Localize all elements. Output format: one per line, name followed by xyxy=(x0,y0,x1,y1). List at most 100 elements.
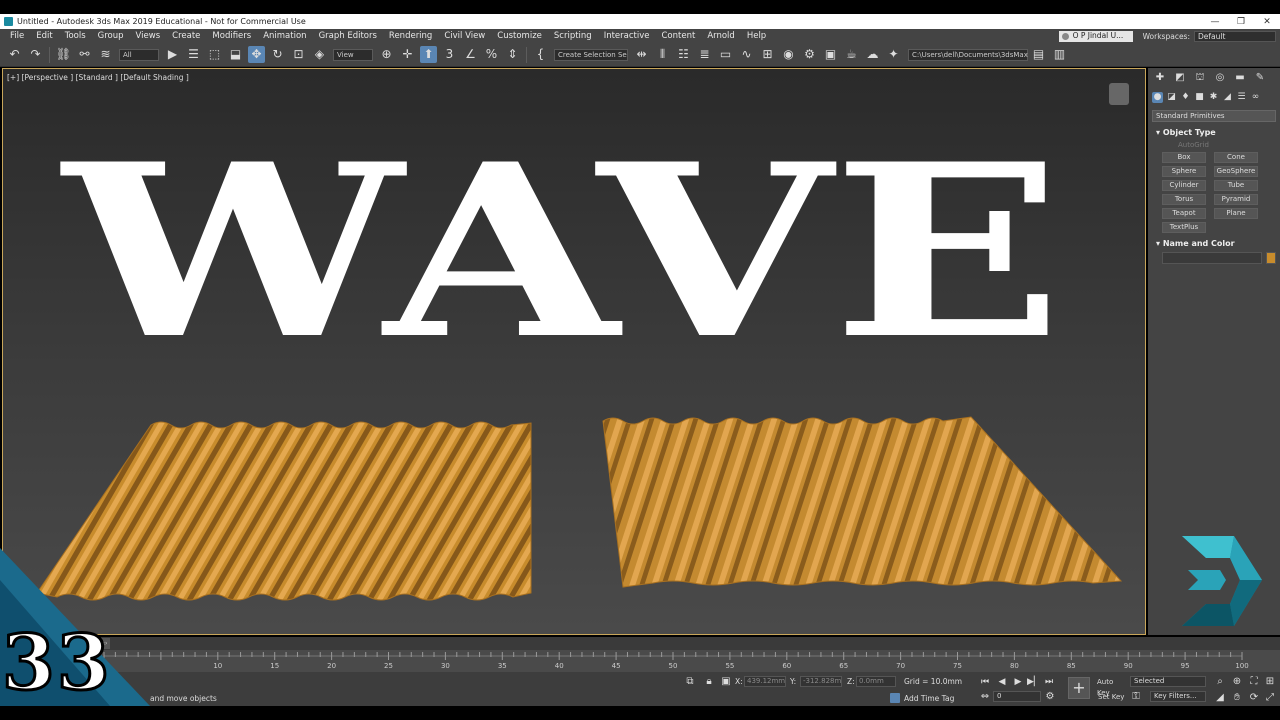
reference-coordinate-select[interactable]: View xyxy=(333,48,373,61)
chain-icon[interactable]: ∞ xyxy=(1250,92,1261,103)
modify-tab-icon[interactable]: ◩ xyxy=(1174,72,1186,84)
geometry-icon[interactable]: ● xyxy=(1152,91,1163,103)
menu-arnold[interactable]: Arnold xyxy=(701,31,741,41)
select-and-scale-icon[interactable]: ⊡ xyxy=(290,46,307,63)
render-production-icon[interactable]: ☕ xyxy=(843,46,860,63)
menu-customize[interactable]: Customize xyxy=(491,31,548,41)
folder-icon[interactable]: ▤ xyxy=(1030,46,1047,63)
key-filters-button[interactable]: Key Filters... xyxy=(1150,691,1206,702)
go-to-end-icon[interactable]: ⏭ xyxy=(1043,676,1055,688)
perspective-viewport[interactable]: WAVE [+] [Perspective ] [Standard ] [Def… xyxy=(2,68,1146,635)
align-icon[interactable]: ⫴ xyxy=(654,46,671,63)
snaps-toggle-icon[interactable]: 3 xyxy=(441,46,458,63)
go-to-start-icon[interactable]: ⏮ xyxy=(979,676,991,688)
set-key-button[interactable]: Set Key xyxy=(1098,692,1126,703)
sphere-button[interactable]: Sphere xyxy=(1162,166,1206,177)
menu-animation[interactable]: Animation xyxy=(257,31,312,41)
rectangular-selection-icon[interactable]: ⬚ xyxy=(206,46,223,63)
material-editor-icon[interactable]: ◉ xyxy=(780,46,797,63)
time-configuration-icon[interactable]: ⚙ xyxy=(1044,691,1056,703)
selection-lock-icon[interactable]: 🔒︎ xyxy=(703,676,715,688)
category-dropdown[interactable]: Standard Primitives xyxy=(1152,110,1276,122)
add-time-tag-button[interactable]: Add Time Tag xyxy=(904,694,954,703)
current-frame-field[interactable]: 0 xyxy=(993,691,1041,702)
project-path-field[interactable]: C:\Users\dell\Documents\3dsMax xyxy=(908,48,1028,61)
menu-interactive[interactable]: Interactive xyxy=(598,31,656,41)
z-coordinate-field[interactable]: 0.0mm xyxy=(856,676,896,687)
named-selection-set-select[interactable]: Create Selection Se xyxy=(554,48,628,61)
window-crossing-icon[interactable]: ⬓ xyxy=(227,46,244,63)
field-of-view-icon[interactable]: ◢ xyxy=(1214,692,1226,704)
zoom-extents-all-icon[interactable]: ⊞ xyxy=(1264,676,1276,688)
x-coordinate-field[interactable]: 439.12mm xyxy=(744,676,786,687)
menu-civil-view[interactable]: Civil View xyxy=(438,31,491,41)
menu-help[interactable]: Help xyxy=(741,31,772,41)
spinner-snap-icon[interactable]: ⇕ xyxy=(504,46,521,63)
pivot-center-icon[interactable]: ⊕ xyxy=(378,46,395,63)
utilities-tab-icon[interactable]: ✎ xyxy=(1254,72,1266,84)
autogrid-checkbox[interactable]: AutoGrid xyxy=(1178,141,1280,149)
user-account-button[interactable]: O P Jindal U... xyxy=(1058,30,1133,42)
key-filter-icon[interactable]: ⚿ xyxy=(1130,691,1142,703)
manipulate-icon[interactable]: ✛ xyxy=(399,46,416,63)
cone-button[interactable]: Cone xyxy=(1214,152,1258,163)
object-name-field[interactable] xyxy=(1162,252,1262,264)
pan-view-icon[interactable]: ✋︎ xyxy=(1231,692,1243,704)
select-and-place-icon[interactable]: ◈ xyxy=(311,46,328,63)
absolute-mode-icon[interactable]: ▣ xyxy=(720,676,732,688)
systems-icon[interactable]: ☰ xyxy=(1236,92,1247,103)
arnold-render-icon[interactable]: ✦ xyxy=(885,46,902,63)
maximize-button[interactable]: ❐ xyxy=(1228,17,1254,27)
menu-modifiers[interactable]: Modifiers xyxy=(206,31,257,41)
space-warps-icon[interactable]: ◢ xyxy=(1222,92,1233,103)
shapes-icon[interactable]: ◪ xyxy=(1166,92,1177,103)
plane-button[interactable]: Plane xyxy=(1214,208,1258,219)
auto-key-button[interactable]: Auto Key xyxy=(1097,677,1125,697)
wave-plane-right[interactable] xyxy=(602,416,1123,588)
render-in-cloud-icon[interactable]: ☁ xyxy=(864,46,881,63)
viewcube-icon[interactable] xyxy=(1109,83,1129,105)
menu-rendering[interactable]: Rendering xyxy=(383,31,438,41)
next-frame-icon[interactable]: ▶▏ xyxy=(1027,676,1041,688)
select-by-name-icon[interactable]: ☰ xyxy=(185,46,202,63)
previous-frame-icon[interactable]: ◀ xyxy=(996,676,1008,688)
track-bar[interactable]: 10 15 20 25 30 35 40 45 50 55 60 65 70 75 80 85 90 95 100 xyxy=(0,650,1280,672)
menu-graph-editors[interactable]: Graph Editors xyxy=(313,31,383,41)
minimize-button[interactable]: — xyxy=(1202,17,1228,27)
menu-scripting[interactable]: Scripting xyxy=(548,31,598,41)
zoom-all-icon[interactable]: ⊕ xyxy=(1231,676,1243,688)
hierarchy-tab-icon[interactable]: ⛫ xyxy=(1194,72,1206,84)
torus-button[interactable]: Torus xyxy=(1162,194,1206,205)
maximize-viewport-icon[interactable]: ⤢ xyxy=(1264,692,1276,704)
rendered-frame-window-icon[interactable]: ▣ xyxy=(822,46,839,63)
pyramid-button[interactable]: Pyramid xyxy=(1214,194,1258,205)
workspace-select[interactable]: Default xyxy=(1194,30,1276,42)
orbit-icon[interactable]: ⟳ xyxy=(1248,692,1260,704)
teapot-button[interactable]: Teapot xyxy=(1162,208,1206,219)
percent-snap-icon[interactable]: % xyxy=(483,46,500,63)
select-and-rotate-icon[interactable]: ↻ xyxy=(269,46,286,63)
select-object-icon[interactable]: ▶ xyxy=(164,46,181,63)
close-button[interactable]: ✕ xyxy=(1254,17,1280,27)
new-folder-icon[interactable]: ▥ xyxy=(1051,46,1068,63)
set-key-icon[interactable]: + xyxy=(1068,677,1090,699)
select-and-move-icon[interactable]: ✥ xyxy=(248,46,265,63)
lights-icon[interactable]: ♦ xyxy=(1180,92,1191,103)
toggle-scene-explorer-icon[interactable]: ☷ xyxy=(675,46,692,63)
object-type-rollout[interactable]: ▾ Object Type xyxy=(1152,128,1276,137)
motion-tab-icon[interactable]: ◎ xyxy=(1214,72,1226,84)
mirror-icon[interactable]: ⇹ xyxy=(633,46,650,63)
helpers-icon[interactable]: ✱ xyxy=(1208,92,1219,103)
name-and-color-rollout[interactable]: ▾ Name and Color xyxy=(1152,239,1276,248)
wave-3d-text[interactable]: WAVE xyxy=(59,113,1063,392)
toggle-ribbon-icon[interactable]: ▭ xyxy=(717,46,734,63)
curve-editor-icon[interactable]: ∿ xyxy=(738,46,755,63)
zoom-icon[interactable]: ⌕ xyxy=(1214,676,1226,688)
play-icon[interactable]: ▶ xyxy=(1012,676,1024,688)
cameras-icon[interactable]: ■ xyxy=(1194,92,1205,103)
y-coordinate-field[interactable]: -312.828m xyxy=(800,676,842,687)
angle-snap-icon[interactable]: ∠ xyxy=(462,46,479,63)
key-selection-select[interactable]: Selected xyxy=(1130,676,1206,687)
schematic-view-icon[interactable]: ⊞ xyxy=(759,46,776,63)
toggle-layer-explorer-icon[interactable]: ≣ xyxy=(696,46,713,63)
